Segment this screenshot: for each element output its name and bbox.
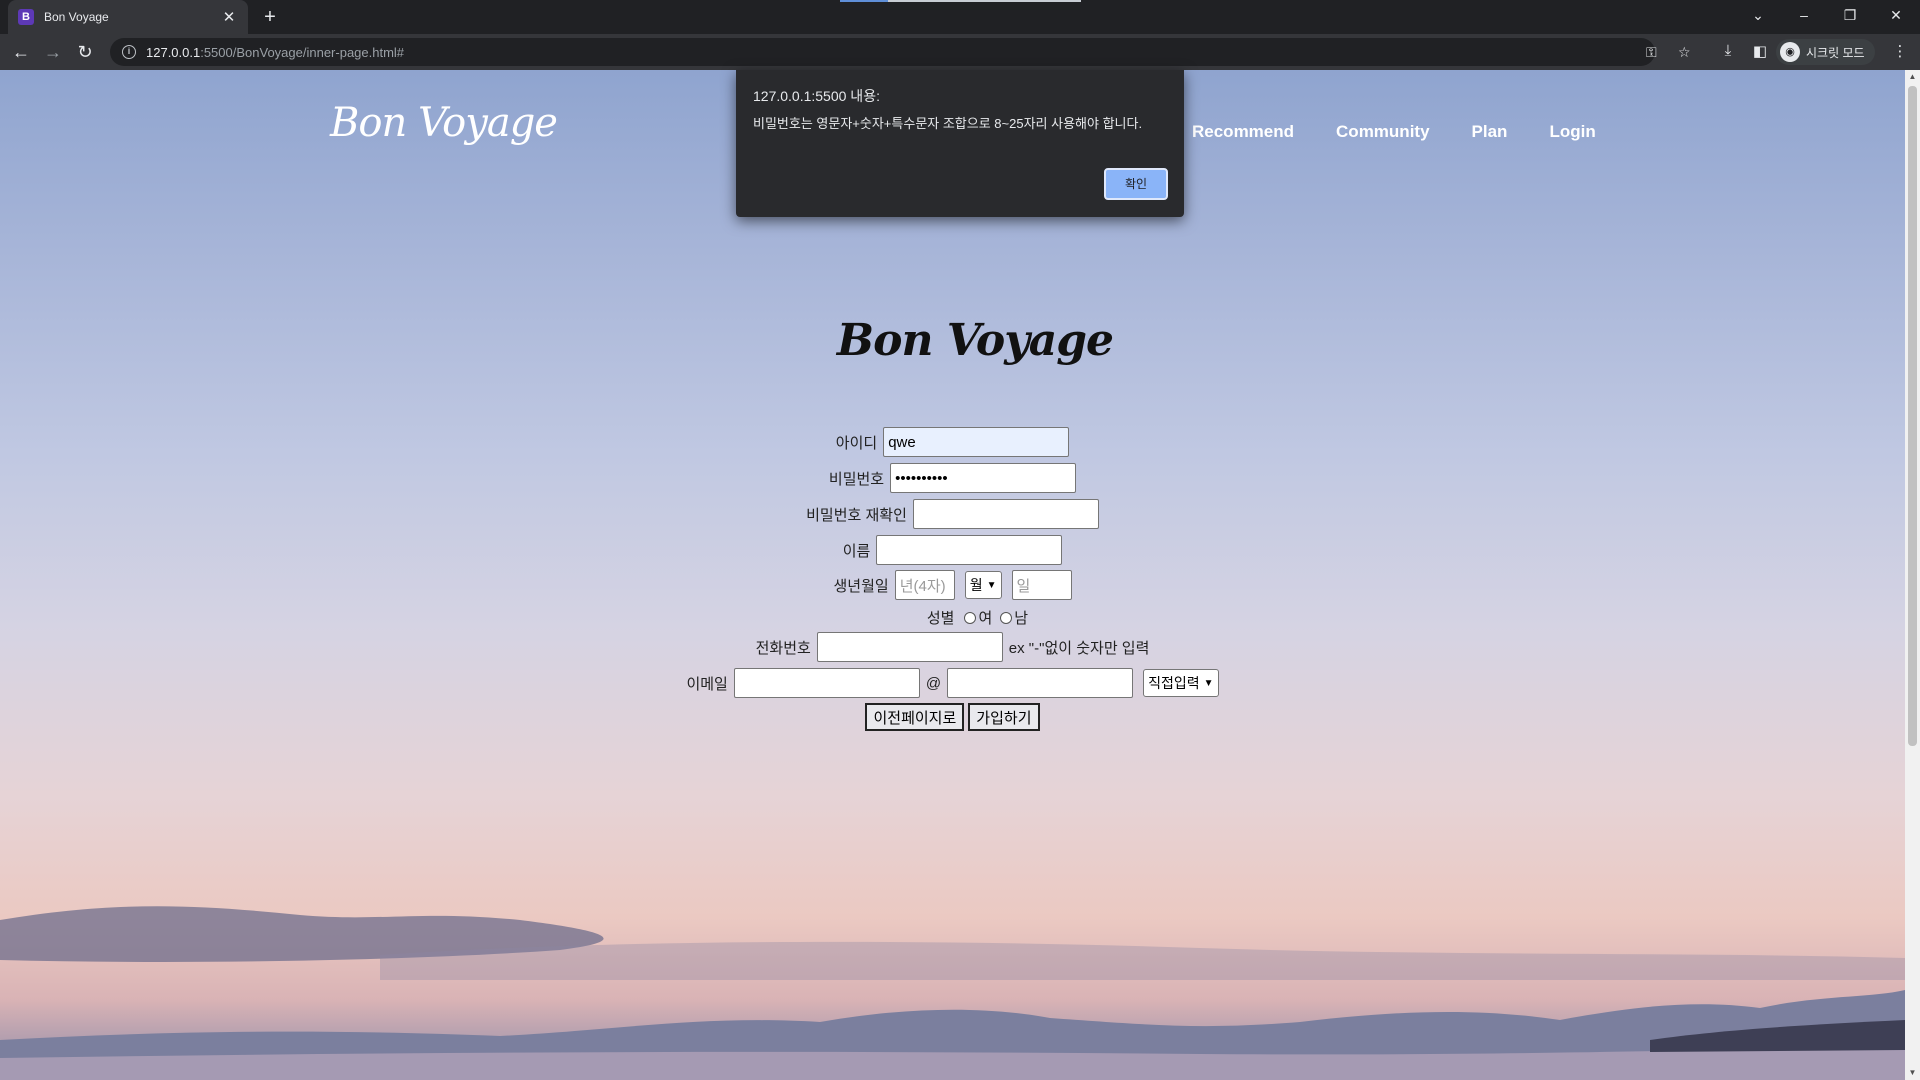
gender-row: 성별 여 남 bbox=[0, 607, 1905, 628]
site-favicon-icon: B bbox=[18, 9, 34, 25]
tab-close-icon[interactable]: ✕ bbox=[220, 8, 238, 26]
url-path: :5500/BonVoyage/inner-page.html# bbox=[200, 44, 405, 60]
email-row: 이메일 @ 직접입력 ▼ bbox=[0, 668, 1905, 698]
dialog-title: 127.0.0.1:5500 내용: bbox=[753, 88, 880, 104]
site-logo[interactable]: Bon Voyage bbox=[330, 100, 558, 146]
gender-label: 성별 bbox=[926, 610, 955, 627]
password-confirm-label: 비밀번호 재확인 bbox=[806, 506, 907, 524]
email-label: 이메일 bbox=[686, 675, 728, 693]
browser-tab[interactable]: B Bon Voyage ✕ bbox=[8, 0, 248, 34]
cloud-band-image bbox=[0, 906, 1905, 980]
birth-day-input[interactable]: 일 bbox=[1011, 570, 1072, 600]
phone-label: 전화번호 bbox=[755, 639, 811, 657]
id-label: 아이디 bbox=[835, 434, 878, 452]
side-panel-icon[interactable]: ◧ bbox=[1750, 42, 1770, 60]
phone-hint: ex "-"없이 숫자만 입력 bbox=[1008, 639, 1150, 657]
password-label: 비밀번호 bbox=[828, 470, 885, 488]
chevron-down-icon: ▼ bbox=[1203, 677, 1214, 689]
profile-label: 시크릿 모드 bbox=[1806, 45, 1865, 60]
site-navigation: Recommend Community Plan Login bbox=[1192, 122, 1596, 142]
bookmark-star-icon[interactable]: ☆ bbox=[1678, 44, 1691, 61]
browser-toolbar: ← → ↻ i 127.0.0.1:5500/BonVoyage/inner-p… bbox=[0, 34, 1920, 70]
birthdate-row: 생년월일 년(4자) 월 ▼ 일 bbox=[0, 570, 1905, 600]
birth-month-value: 월 bbox=[969, 577, 983, 593]
key-icon[interactable]: ⚿ bbox=[1646, 44, 1657, 61]
close-window-button[interactable]: ✕ bbox=[1874, 0, 1918, 30]
scroll-down-arrow-icon[interactable]: ▼ bbox=[1905, 1066, 1920, 1080]
nav-recommend[interactable]: Recommend bbox=[1192, 122, 1294, 142]
form-buttons-row: 이전페이지로 가입하기 bbox=[0, 703, 1905, 731]
gender-male-radio[interactable] bbox=[1000, 611, 1013, 624]
tab-loading-bar bbox=[840, 0, 1081, 2]
password-input[interactable]: •••••••••• bbox=[890, 463, 1077, 493]
gender-female-label: 여 bbox=[978, 610, 993, 627]
nav-login[interactable]: Login bbox=[1549, 122, 1595, 142]
id-input[interactable]: qwe bbox=[883, 427, 1070, 457]
email-at-sign: @ bbox=[925, 674, 942, 692]
phone-row: 전화번호 ex "-"없이 숫자만 입력 bbox=[0, 632, 1905, 662]
tab-title: Bon Voyage bbox=[44, 10, 109, 24]
gender-female-radio[interactable] bbox=[964, 611, 977, 624]
scroll-up-arrow-icon[interactable]: ▲ bbox=[1905, 70, 1920, 84]
page-scrollbar[interactable]: ▲ ▼ bbox=[1905, 70, 1920, 1080]
address-bar[interactable]: i 127.0.0.1:5500/BonVoyage/inner-page.ht… bbox=[110, 38, 1691, 66]
forward-button[interactable]: → bbox=[40, 40, 66, 64]
url-host: 127.0.0.1 bbox=[146, 44, 201, 60]
previous-page-button[interactable]: 이전페이지로 bbox=[865, 703, 965, 731]
name-input[interactable] bbox=[876, 535, 1063, 565]
alert-dialog: 127.0.0.1:5500 내용: 비밀번호는 영문자+숫자+특수문자 조합으… bbox=[736, 70, 1184, 217]
scrollbar-thumb[interactable] bbox=[1908, 86, 1917, 746]
nav-plan[interactable]: Plan bbox=[1472, 122, 1508, 142]
tab-search-icon[interactable]: ⌄ bbox=[1736, 0, 1780, 30]
signup-form-logo: Bon Voyage bbox=[836, 315, 1114, 366]
dialog-ok-button[interactable]: 확인 bbox=[1104, 168, 1168, 200]
new-tab-button[interactable]: + bbox=[258, 4, 282, 30]
incognito-icon: ◉ bbox=[1780, 42, 1800, 62]
birthdate-label: 생년월일 bbox=[833, 577, 889, 595]
name-row: 이름 bbox=[0, 535, 1905, 565]
birth-month-select[interactable]: 월 ▼ bbox=[964, 571, 1002, 599]
site-info-icon[interactable]: i bbox=[122, 45, 136, 59]
chevron-down-icon: ▼ bbox=[986, 579, 997, 591]
minimize-button[interactable]: – bbox=[1782, 0, 1826, 30]
page-viewport: Bon Voyage Recommend Community Plan Logi… bbox=[0, 70, 1905, 1080]
dialog-message: 비밀번호는 영문자+숫자+특수문자 조합으로 8~25자리 사용해야 합니다. bbox=[753, 116, 1143, 131]
email-domain-input[interactable] bbox=[947, 668, 1134, 698]
download-icon[interactable]: ⤓ bbox=[1718, 42, 1738, 59]
phone-input[interactable] bbox=[816, 632, 1003, 662]
reload-button[interactable]: ↻ bbox=[72, 40, 98, 64]
mountain-range-image bbox=[0, 990, 1905, 1080]
signup-button[interactable]: 가입하기 bbox=[968, 703, 1040, 731]
email-domain-select[interactable]: 직접입력 ▼ bbox=[1143, 669, 1219, 697]
tab-strip: B Bon Voyage ✕ + ⌄ – ❐ ✕ bbox=[0, 0, 1920, 34]
gender-male-label: 남 bbox=[1014, 610, 1029, 627]
menu-kebab-icon[interactable]: ⋮ bbox=[1890, 42, 1910, 60]
nav-community[interactable]: Community bbox=[1336, 122, 1430, 142]
back-button[interactable]: ← bbox=[8, 40, 34, 64]
id-row: 아이디 qwe bbox=[0, 427, 1905, 457]
email-local-input[interactable] bbox=[733, 668, 920, 698]
restore-button[interactable]: ❐ bbox=[1828, 0, 1872, 30]
name-label: 이름 bbox=[842, 542, 871, 560]
email-domain-select-value: 직접입력 bbox=[1148, 675, 1200, 691]
password-confirm-input[interactable] bbox=[912, 499, 1099, 529]
password-row: 비밀번호 •••••••••• bbox=[0, 463, 1905, 493]
incognito-profile-button[interactable]: ◉ 시크릿 모드 bbox=[1776, 39, 1875, 65]
birth-year-input[interactable]: 년(4자) bbox=[894, 570, 955, 600]
password-confirm-row: 비밀번호 재확인 bbox=[0, 499, 1905, 529]
